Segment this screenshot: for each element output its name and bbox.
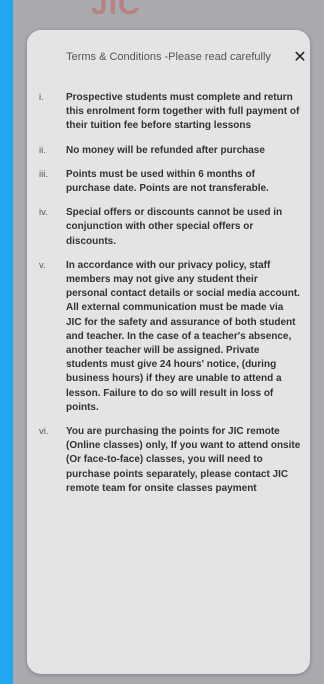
list-item: vi. You are purchasing the points for JI… — [39, 425, 301, 496]
list-item-text: You are purchasing the points for JIC re… — [66, 426, 301, 494]
terms-list: i. Prospective students must complete an… — [39, 91, 301, 506]
list-item: ii. No money will be refunded after purc… — [39, 144, 301, 158]
list-item: iii. Points must be used within 6 months… — [39, 168, 301, 196]
list-item-number: i. — [39, 92, 44, 103]
list-item-text: Special offers or discounts cannot be us… — [66, 207, 283, 247]
list-item: iv. Special offers or discounts cannot b… — [39, 206, 301, 249]
list-item: v. In accordance with our privacy policy… — [39, 259, 301, 415]
list-item-number: iv. — [39, 207, 48, 219]
list-item-text: Points must be used within 6 months of p… — [66, 168, 269, 195]
background-logo: JIC — [91, 0, 141, 21]
screen: JIC ✕ Terms & Conditions -Please read ca… — [0, 0, 324, 684]
terms-modal: ✕ Terms & Conditions -Please read carefu… — [27, 30, 310, 674]
list-item-text: In accordance with our privacy policy, s… — [66, 259, 300, 413]
list-item-number: iii. — [39, 168, 48, 180]
list-item-text: No money will be refunded after purchase — [66, 144, 265, 156]
list-item-number: ii. — [39, 144, 46, 156]
modal-title: Terms & Conditions -Please read carefull… — [66, 51, 271, 63]
list-item-number: vi. — [39, 426, 49, 438]
list-item-number: v. — [39, 259, 46, 271]
left-accent-bar — [0, 0, 13, 684]
list-item: i. Prospective students must complete an… — [39, 91, 301, 134]
list-item-text: Prospective students must complete and r… — [66, 92, 300, 132]
